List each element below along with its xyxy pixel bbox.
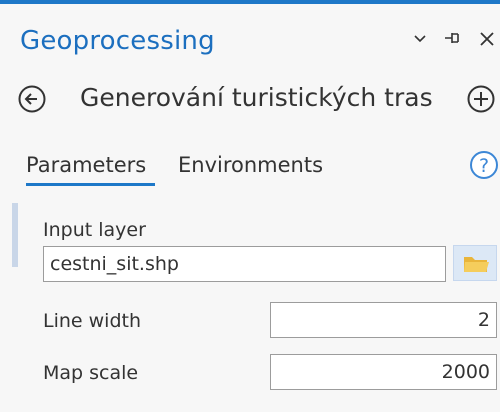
circle-plus-icon[interactable] bbox=[466, 84, 496, 114]
browse-button[interactable] bbox=[453, 245, 497, 281]
chevron-down-icon[interactable] bbox=[412, 30, 428, 46]
line-width-label: Line width bbox=[43, 310, 142, 332]
line-width-field[interactable]: 2 bbox=[270, 302, 497, 338]
selected-parameter-indicator bbox=[12, 203, 18, 267]
map-scale-label: Map scale bbox=[43, 362, 139, 384]
help-circle-icon[interactable]: ? bbox=[469, 150, 499, 180]
pin-icon[interactable] bbox=[443, 30, 461, 46]
map-scale-field[interactable]: 2000 bbox=[270, 354, 497, 390]
close-icon[interactable] bbox=[478, 30, 496, 48]
input-layer-field[interactable]: cestni_sit.shp bbox=[43, 246, 446, 282]
folder-icon bbox=[464, 257, 489, 272]
input-layer-label: Input layer bbox=[43, 219, 146, 241]
geoprocessing-pane bbox=[0, 4, 500, 412]
tab-parameters[interactable]: Parameters bbox=[26, 153, 146, 177]
svg-text:?: ? bbox=[479, 155, 489, 177]
circle-arrow-left-icon[interactable] bbox=[17, 84, 47, 114]
pane-title: Geoprocessing bbox=[20, 26, 215, 56]
tab-environments[interactable]: Environments bbox=[178, 153, 323, 177]
tool-name: Generování turistických tras bbox=[80, 83, 433, 112]
active-tab-indicator bbox=[26, 183, 155, 186]
